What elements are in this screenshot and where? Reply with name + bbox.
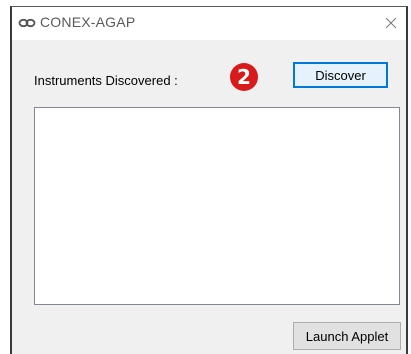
- screen: CONEX-AGAP Instruments Discovered : 2 Di…: [0, 0, 411, 354]
- step-badge: 2: [230, 63, 258, 91]
- conex-agap-window: CONEX-AGAP Instruments Discovered : 2 Di…: [10, 6, 408, 354]
- discover-button[interactable]: Discover: [293, 62, 388, 88]
- instruments-listbox[interactable]: [34, 107, 400, 305]
- close-icon: [385, 17, 397, 29]
- close-button[interactable]: [380, 12, 402, 34]
- link-icon: [18, 16, 36, 28]
- title-bar[interactable]: CONEX-AGAP: [12, 7, 406, 40]
- instruments-discovered-label: Instruments Discovered :: [34, 73, 178, 88]
- launch-applet-button[interactable]: Launch Applet: [293, 322, 401, 350]
- window-title: CONEX-AGAP: [40, 14, 136, 30]
